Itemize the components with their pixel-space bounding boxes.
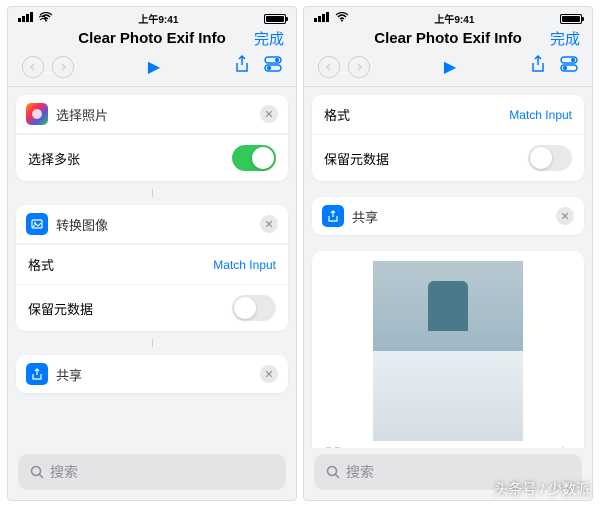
row-label: 格式	[324, 105, 350, 124]
remove-action-button[interactable]: ✕	[260, 105, 278, 123]
row-label: 格式	[28, 255, 54, 274]
toolbar: ▶	[8, 51, 296, 87]
redo-button[interactable]	[52, 56, 74, 78]
row-label: 选择多张	[28, 149, 80, 168]
done-button[interactable]: 完成	[550, 28, 580, 49]
play-button[interactable]: ▶	[444, 57, 456, 77]
search-placeholder: 搜索	[346, 462, 374, 482]
action-title: 选择照片	[56, 105, 252, 124]
remove-action-button[interactable]: ✕	[260, 365, 278, 383]
convert-icon	[26, 213, 48, 235]
result-preview	[312, 251, 584, 448]
search-placeholder: 搜索	[50, 462, 78, 482]
share-icon[interactable]	[234, 55, 250, 78]
remove-action-button[interactable]: ✕	[556, 207, 574, 225]
phone-left: 上午9:41 Clear Photo Exif Info 完成 ▶ 选择照片 ✕	[7, 6, 297, 501]
share-action: 共享 ✕	[16, 355, 288, 393]
done-button[interactable]: 完成	[254, 28, 284, 49]
settings-toggle-icon[interactable]	[560, 56, 578, 77]
settings-toggle-icon[interactable]	[264, 56, 282, 77]
format-row[interactable]: 格式 Match Input	[312, 95, 584, 134]
search-icon	[326, 465, 340, 479]
status-bar: 上午9:41	[8, 7, 296, 26]
page-title: Clear Photo Exif Info	[374, 30, 522, 47]
metadata-toggle[interactable]	[528, 145, 572, 171]
undo-button[interactable]	[318, 56, 340, 78]
remove-action-button[interactable]: ✕	[260, 215, 278, 233]
format-value: Match Input	[213, 258, 276, 272]
select-photo-action: 选择照片 ✕ 选择多张	[16, 95, 288, 181]
workflow-content: 格式 Match Input 保留元数据 共享 ✕	[304, 87, 592, 448]
format-row[interactable]: 格式 Match Input	[16, 244, 288, 284]
signal-icon	[18, 12, 53, 25]
search-bar[interactable]: 搜索	[314, 454, 582, 490]
convert-image-action: 格式 Match Input 保留元数据	[312, 95, 584, 181]
battery-icon	[560, 14, 582, 24]
connector	[152, 189, 153, 197]
metadata-row: 保留元数据	[312, 134, 584, 181]
action-title: 共享	[352, 207, 548, 226]
play-button[interactable]: ▶	[148, 57, 160, 77]
connector	[152, 339, 153, 347]
format-value: Match Input	[509, 108, 572, 122]
share-icon[interactable]	[530, 55, 546, 78]
toolbar: ▶	[304, 51, 592, 87]
nav-bar: Clear Photo Exif Info 完成	[304, 26, 592, 51]
expand-icon[interactable]	[326, 447, 340, 448]
signal-icon	[314, 12, 349, 25]
nav-bar: Clear Photo Exif Info 完成	[8, 26, 296, 51]
select-multiple-toggle[interactable]	[232, 145, 276, 171]
action-title: 共享	[56, 365, 252, 384]
battery-icon	[264, 14, 286, 24]
action-title: 转换图像	[56, 215, 252, 234]
status-bar: 上午9:41	[304, 7, 592, 26]
convert-image-action: 转换图像 ✕ 格式 Match Input 保留元数据	[16, 205, 288, 331]
redo-button[interactable]	[348, 56, 370, 78]
row-label: 保留元数据	[28, 299, 93, 318]
time: 上午9:41	[138, 11, 178, 26]
metadata-toggle[interactable]	[232, 295, 276, 321]
photos-icon	[26, 103, 48, 125]
share-action-icon	[26, 363, 48, 385]
select-multiple-row: 选择多张	[16, 134, 288, 181]
workflow-content: 选择照片 ✕ 选择多张 转换图像 ✕ 格式 Match Input 保	[8, 87, 296, 448]
page-title: Clear Photo Exif Info	[78, 30, 226, 47]
phone-right: 上午9:41 Clear Photo Exif Info 完成 ▶ 格式 Mat…	[303, 6, 593, 501]
undo-button[interactable]	[22, 56, 44, 78]
search-icon	[30, 465, 44, 479]
share-result-icon[interactable]	[556, 447, 570, 448]
search-bar[interactable]: 搜索	[18, 454, 286, 490]
time: 上午9:41	[434, 11, 474, 26]
share-action: 共享 ✕	[312, 197, 584, 235]
row-label: 保留元数据	[324, 149, 389, 168]
result-photo[interactable]	[373, 261, 523, 441]
share-action-icon	[322, 205, 344, 227]
metadata-row: 保留元数据	[16, 284, 288, 331]
